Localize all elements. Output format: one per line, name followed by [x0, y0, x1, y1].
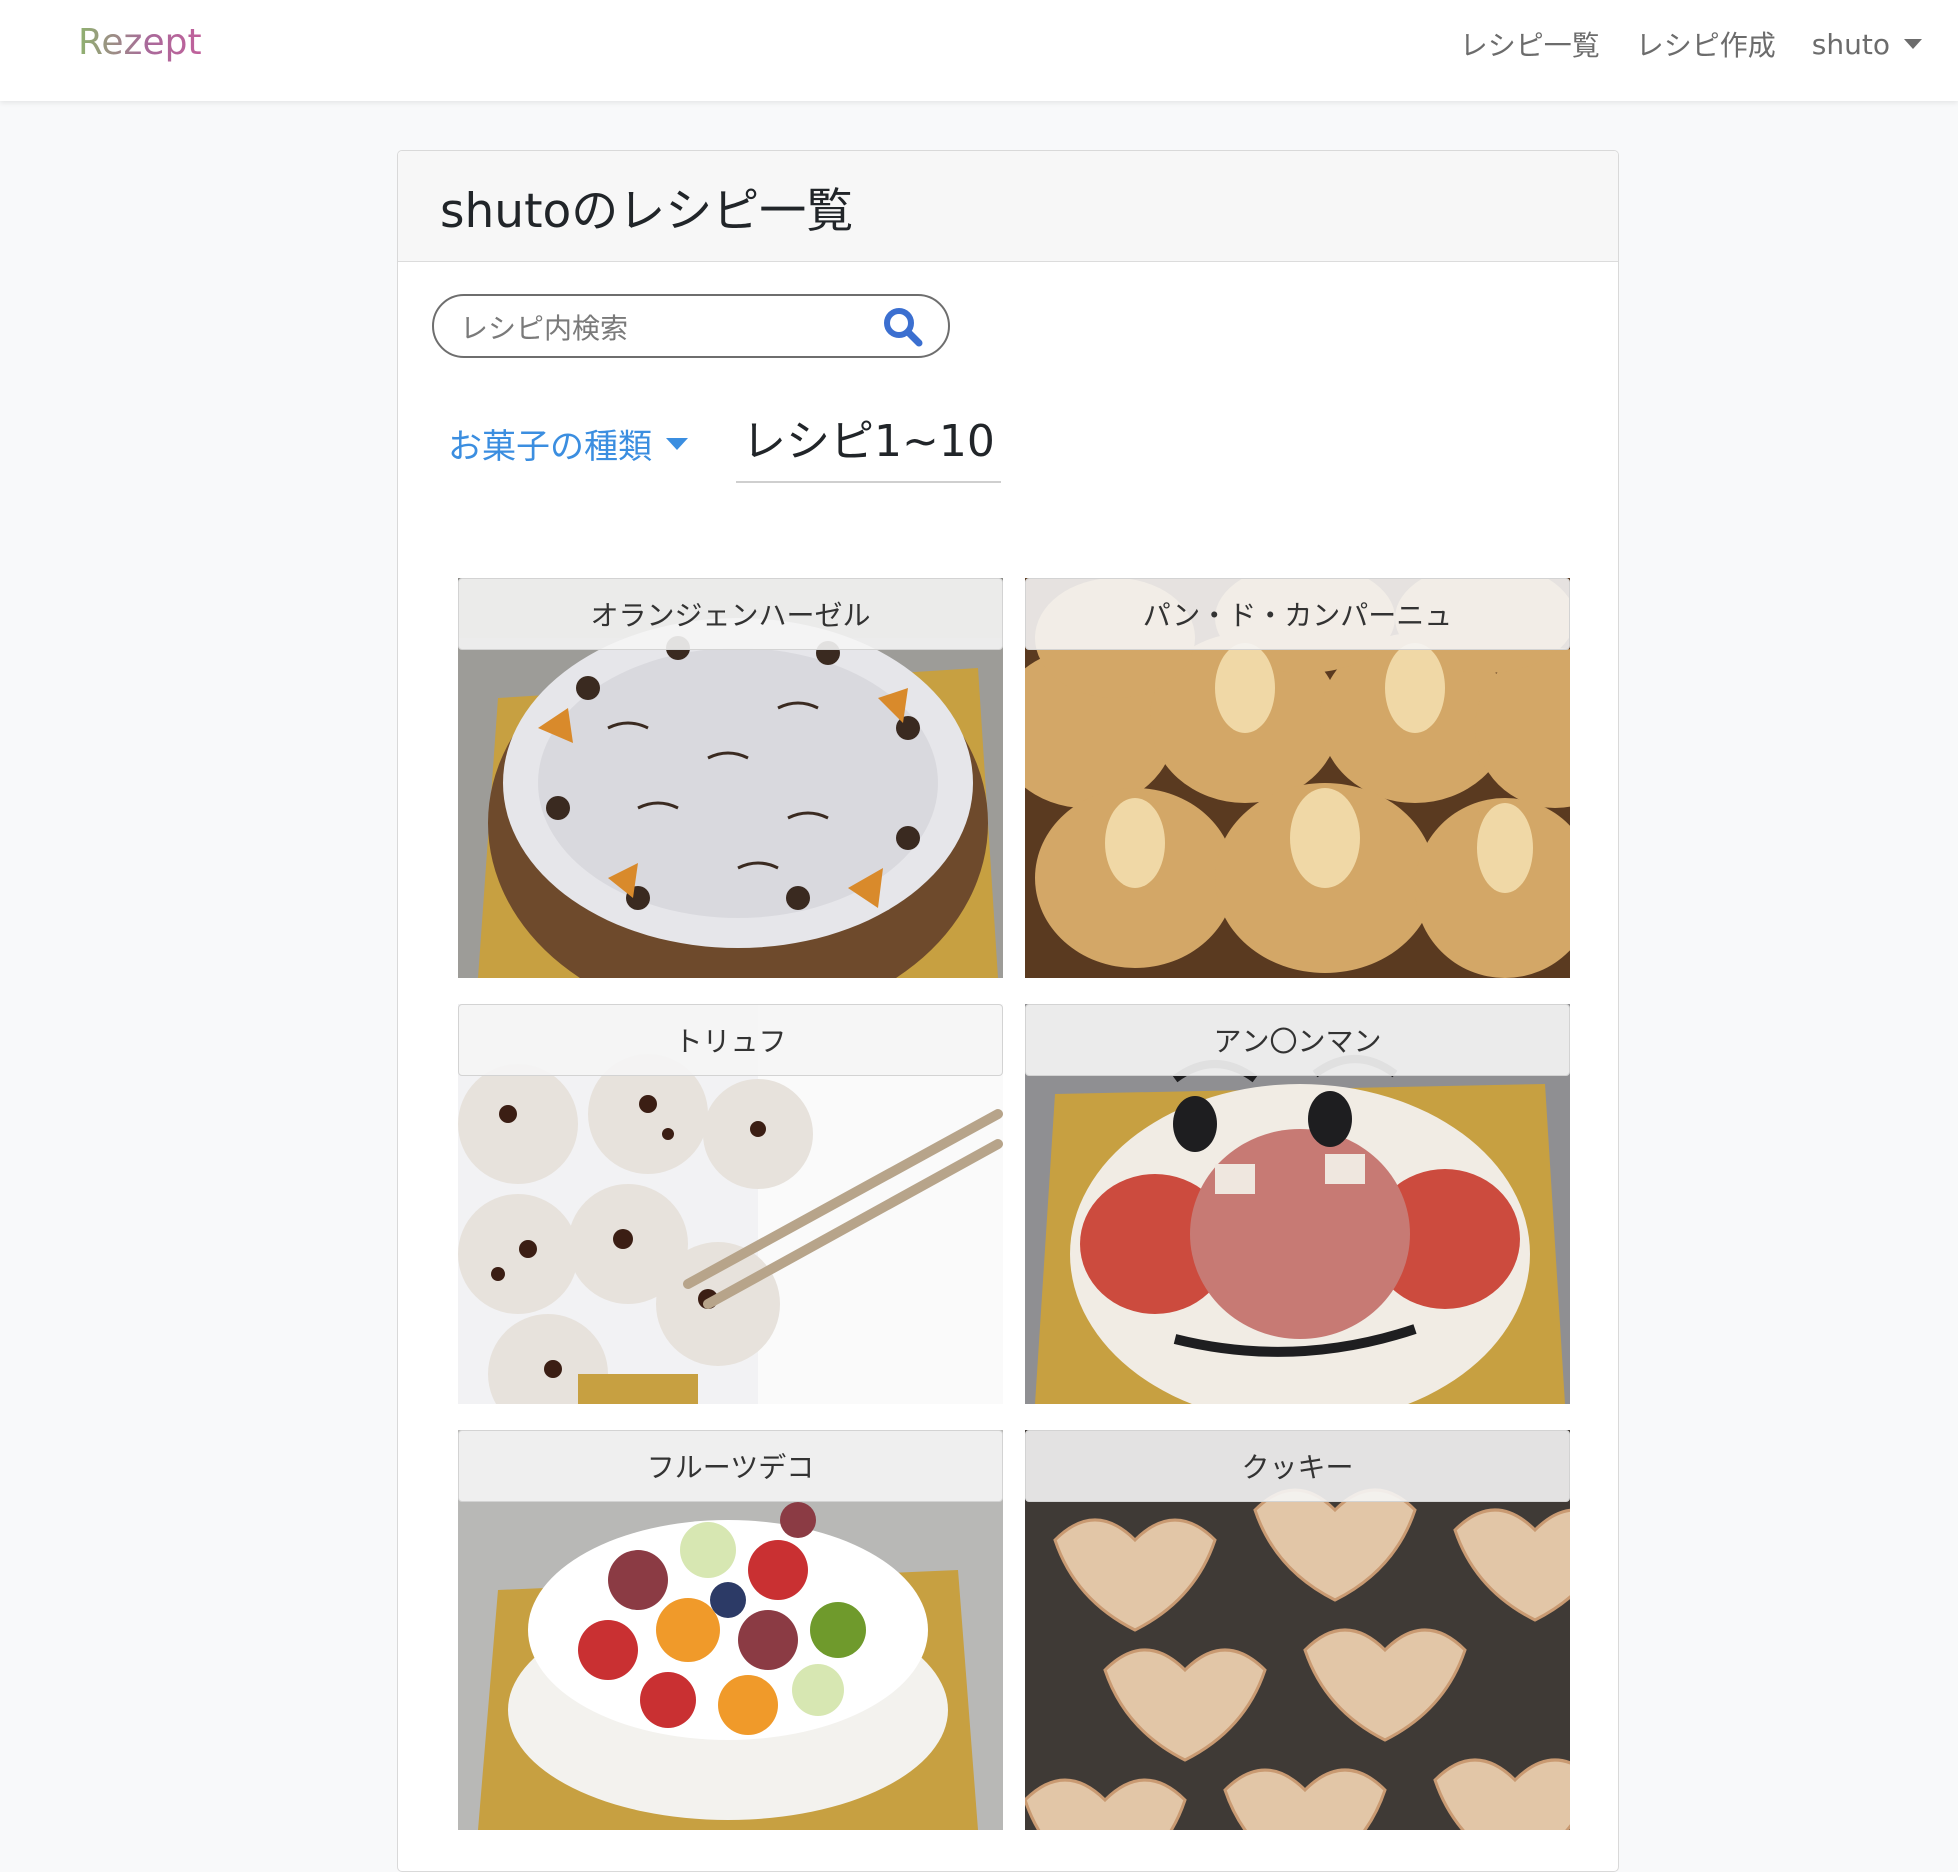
search-button[interactable] [882, 306, 924, 348]
recipe-title: トリュフ [458, 1004, 1003, 1076]
recipe-card[interactable]: クッキー [1025, 1430, 1570, 1830]
recipe-range-label: レシピ1~10 [736, 405, 1001, 483]
search-input[interactable] [458, 308, 862, 348]
top-navbar: Rezept レシピ一覧 レシピ作成 shuto [0, 0, 1958, 101]
recipe-card[interactable]: オランジェンハーゼル [458, 578, 1003, 978]
category-label: お菓子の種類 [448, 427, 652, 467]
card-header: shutoのレシピ一覧 [398, 151, 1618, 262]
chevron-down-icon [1904, 39, 1922, 49]
recipe-card[interactable]: トリュフ [458, 1004, 1003, 1404]
recipe-title: クッキー [1025, 1430, 1570, 1502]
recipe-title: フルーツデコ [458, 1430, 1003, 1502]
recipe-title: オランジェンハーゼル [458, 578, 1003, 650]
recipe-list-card: shutoのレシピ一覧 お菓子の種類 レシピ1~10 [397, 150, 1619, 1872]
user-name: shuto [1811, 27, 1890, 61]
search-icon [884, 308, 923, 347]
page-title: shutoのレシピ一覧 [440, 183, 854, 239]
recipe-card[interactable]: パン・ド・カンパーニュ [1025, 578, 1570, 978]
brand-logo[interactable]: Rezept [78, 22, 202, 63]
recipe-card[interactable]: アン〇ンマン [1025, 1004, 1570, 1404]
nav-link-recipe-list[interactable]: レシピ一覧 [1460, 24, 1600, 64]
user-menu-dropdown[interactable]: shuto [1812, 28, 1922, 61]
search-box [432, 294, 950, 358]
nav-links: レシピ一覧 レシピ作成 shuto [1460, 24, 1922, 64]
recipe-card[interactable]: フルーツデコ [458, 1430, 1003, 1830]
recipe-title: アン〇ンマン [1025, 1004, 1570, 1076]
nav-link-recipe-create[interactable]: レシピ作成 [1636, 24, 1776, 64]
chevron-down-icon [666, 437, 688, 450]
category-dropdown[interactable]: お菓子の種類 [448, 419, 688, 468]
recipe-title: パン・ド・カンパーニュ [1025, 578, 1570, 650]
